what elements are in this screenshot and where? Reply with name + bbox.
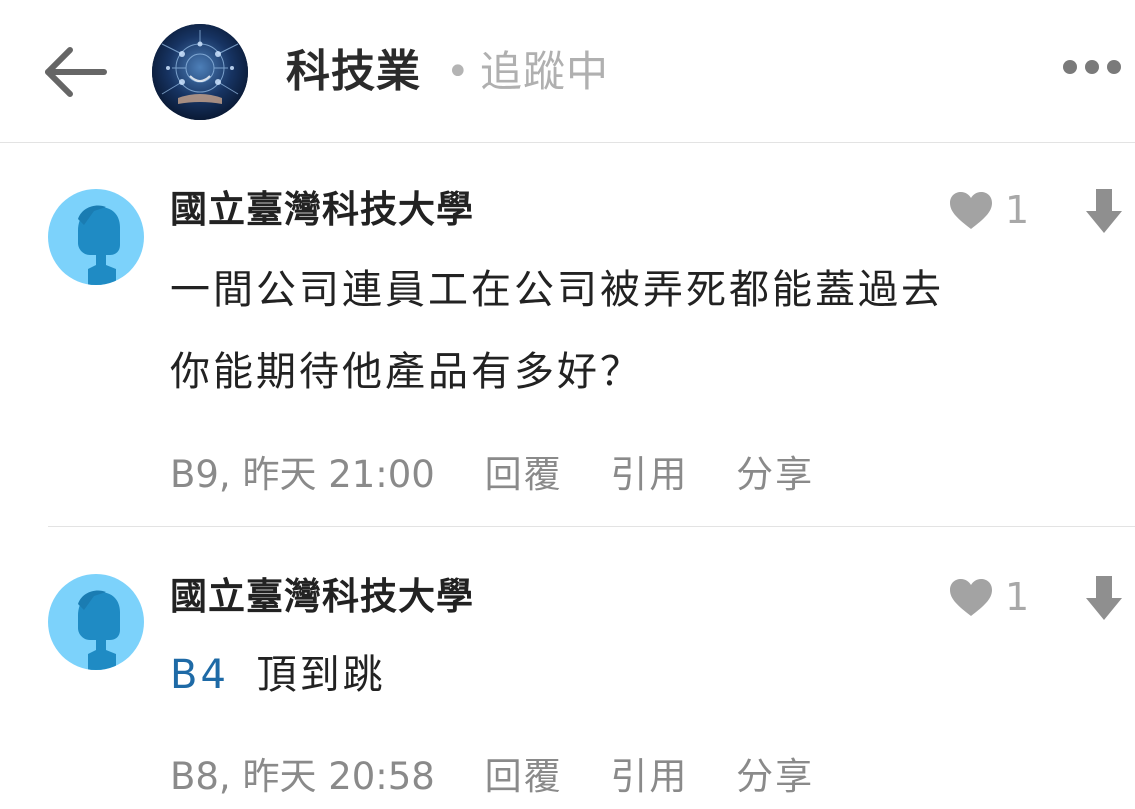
heart-icon[interactable] <box>948 578 994 618</box>
quote-button[interactable]: 引用 <box>610 453 688 496</box>
follow-status-button[interactable]: 追蹤中 <box>480 44 609 100</box>
reply-button[interactable]: 回覆 <box>485 453 563 496</box>
comment-meta: B8, 昨天 20:58 回覆 引用 分享 <box>170 754 850 800</box>
comment-divider <box>48 526 1135 527</box>
comment-meta: B9, 昨天 21:00 回覆 引用 分享 <box>170 452 850 498</box>
heart-icon[interactable] <box>948 191 994 231</box>
floor-reference-link[interactable]: B4 <box>170 652 229 698</box>
floor-time: B8, 昨天 20:58 <box>170 755 435 798</box>
board-header: 科技業 • 追蹤中 <box>0 0 1135 143</box>
comments-page: 科技業 • 追蹤中 國立臺灣科技大學 1 一間公司連員工在公司被弄死都能蓋過去 … <box>0 0 1135 809</box>
like-count: 1 <box>1005 575 1030 619</box>
quote-button[interactable]: 引用 <box>610 755 688 798</box>
comment-body-line: 你能期待他產品有多好？ <box>170 349 643 395</box>
share-button[interactable]: 分享 <box>736 453 814 496</box>
comment-body: B4 頂到跳 <box>170 634 386 716</box>
board-title: 科技業 <box>286 46 421 97</box>
avatar[interactable] <box>48 574 144 670</box>
downvote-arrow-icon[interactable] <box>1084 574 1124 622</box>
share-button[interactable]: 分享 <box>736 755 814 798</box>
comment-text: 頂到跳 <box>256 652 386 698</box>
reply-button[interactable]: 回覆 <box>485 755 563 798</box>
board-avatar[interactable] <box>152 24 248 120</box>
author-name[interactable]: 國立臺灣科技大學 <box>170 574 474 620</box>
title-separator: • <box>446 49 470 95</box>
like-count: 1 <box>1005 188 1030 232</box>
comment-body-line: 一間公司連員工在公司被弄死都能蓋過去 <box>170 267 944 313</box>
back-arrow-icon[interactable] <box>40 44 110 100</box>
author-name[interactable]: 國立臺灣科技大學 <box>170 187 474 233</box>
more-options-icon[interactable] <box>1058 50 1126 84</box>
avatar[interactable] <box>48 189 144 285</box>
downvote-arrow-icon[interactable] <box>1084 187 1124 235</box>
floor-time: B9, 昨天 21:00 <box>170 453 435 496</box>
